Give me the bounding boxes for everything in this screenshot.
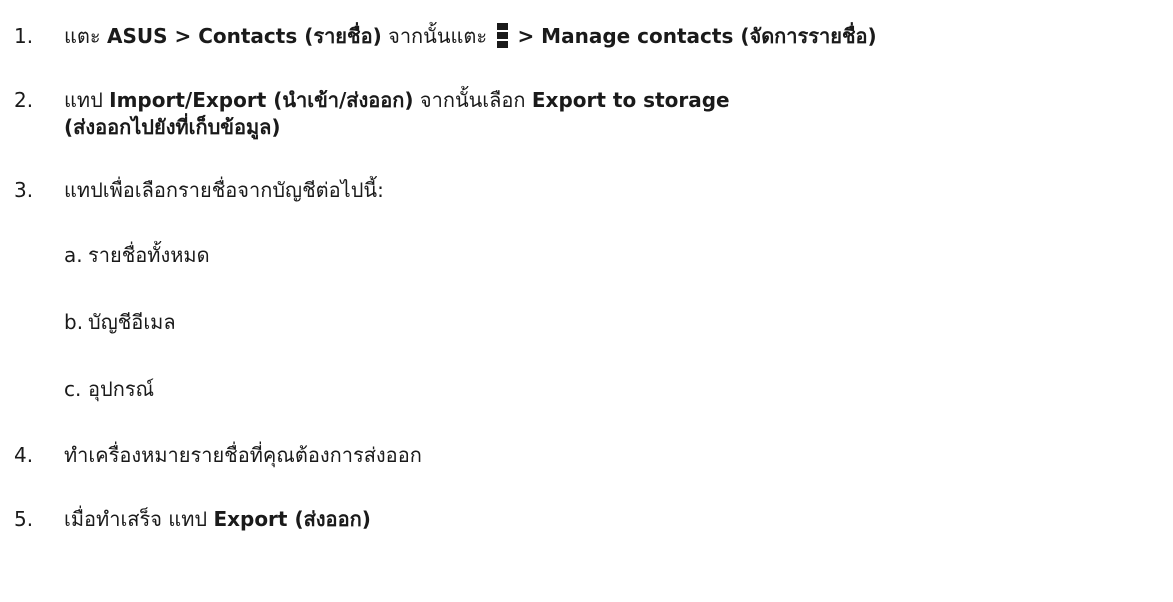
sub-item-letter: a. <box>64 243 83 267</box>
step-2-continuation: (ส่งออกไปยังที่เก็บข้อมูล) <box>64 115 281 139</box>
step-text: แทปเพื่อเลือกรายชื่อจากบัญชีต่อไปนี้: <box>64 178 384 202</box>
sub-item-text: รายชื่อทั้งหมด <box>88 243 210 267</box>
sub-item-letter: c. <box>64 377 82 401</box>
step-bold-text: Export (ส่งออก) <box>213 507 371 531</box>
step-5: 5. เมื่อทำเสร็จ แทป Export (ส่งออก) <box>14 507 371 531</box>
step-number: 2. <box>14 88 34 112</box>
three-dot-menu-icon <box>496 23 508 49</box>
step-bold-text: ASUS > Contacts (รายชื่อ) <box>106 24 382 48</box>
step-number: 5. <box>14 507 34 531</box>
step-bold-text: Export to storage <box>531 88 730 112</box>
instruction-document: 1. แตะ ASUS > Contacts (รายชื่อ) จากนั้นแ… <box>0 0 1173 602</box>
sub-item-text: บัญชีอีเมล <box>88 310 176 334</box>
step-number: 1. <box>14 24 34 48</box>
step-number: 4. <box>14 443 34 467</box>
step-text: จากนั้นแตะ <box>381 24 494 48</box>
step-text: เมื่อทำเสร็จ แทป <box>64 507 214 531</box>
sub-item-text: อุปกรณ์ <box>88 377 155 401</box>
step-2: 2. แทป Import/Export (นำเข้า/ส่งออก) จากน… <box>14 88 730 112</box>
step-4: 4. ทำเครื่องหมายรายชื่อที่คุณต้องการส่งออ… <box>14 443 422 467</box>
sub-item-b: b. บัญชีอีเมล <box>64 310 176 334</box>
step-bold-text: > Manage contacts (จัดการรายชื่อ) <box>510 24 877 48</box>
sub-item-letter: b. <box>64 310 84 334</box>
step-text: ทำเครื่องหมายรายชื่อที่คุณต้องการส่งออก <box>64 443 422 467</box>
sub-item-a: a. รายชื่อทั้งหมด <box>64 243 210 267</box>
sub-item-c: c. อุปกรณ์ <box>64 377 154 401</box>
step-1: 1. แตะ ASUS > Contacts (รายชื่อ) จากนั้นแ… <box>14 23 877 49</box>
step-text: จากนั้นเลือก <box>413 88 532 112</box>
step-text: แทป <box>64 88 110 112</box>
step-number: 3. <box>14 178 34 202</box>
step-text: แตะ <box>64 24 107 48</box>
step-bold-text: Import/Export (นำเข้า/ส่งออก) <box>109 88 414 112</box>
step-3: 3. แทปเพื่อเลือกรายชื่อจากบัญชีต่อไปนี้: <box>14 178 384 202</box>
